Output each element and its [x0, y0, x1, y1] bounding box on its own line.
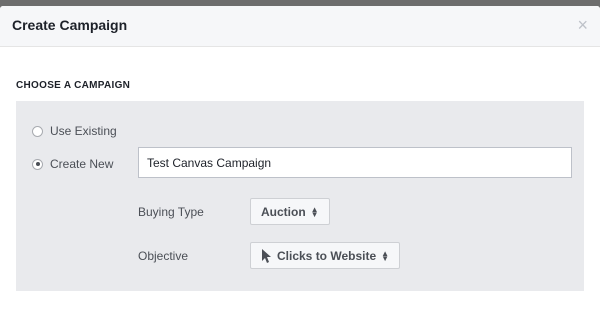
close-icon[interactable]: ×: [577, 16, 588, 34]
dialog-title: Create Campaign: [12, 17, 128, 33]
use-existing-option[interactable]: Use Existing: [32, 124, 117, 138]
use-existing-radio[interactable]: [32, 125, 43, 137]
objective-label: Objective: [138, 249, 189, 263]
sort-caret-icon: ▲ ▼: [310, 204, 319, 219]
cursor-arrow-icon: [262, 248, 271, 263]
campaign-name-input[interactable]: [138, 147, 572, 178]
objective-select[interactable]: Clicks to Website ▲ ▼: [250, 242, 401, 269]
create-campaign-dialog: Create Campaign × CHOOSE A CAMPAIGN Use …: [0, 6, 600, 314]
create-new-radio[interactable]: [32, 158, 43, 170]
section-heading: CHOOSE A CAMPAIGN: [16, 80, 131, 91]
campaign-panel: Use Existing Create New Buying Type Auct…: [16, 101, 584, 291]
sort-caret-icon: ▲ ▼: [381, 248, 390, 263]
create-new-label: Create New: [50, 157, 114, 171]
create-new-option[interactable]: Create New: [32, 157, 113, 171]
dialog-header: Create Campaign ×: [0, 6, 600, 47]
buying-type-value: Auction: [261, 204, 306, 219]
buying-type-label: Buying Type: [138, 205, 204, 219]
buying-type-select[interactable]: Auction ▲ ▼: [250, 198, 330, 225]
use-existing-label: Use Existing: [50, 124, 117, 138]
objective-value: Clicks to Website: [277, 248, 377, 263]
